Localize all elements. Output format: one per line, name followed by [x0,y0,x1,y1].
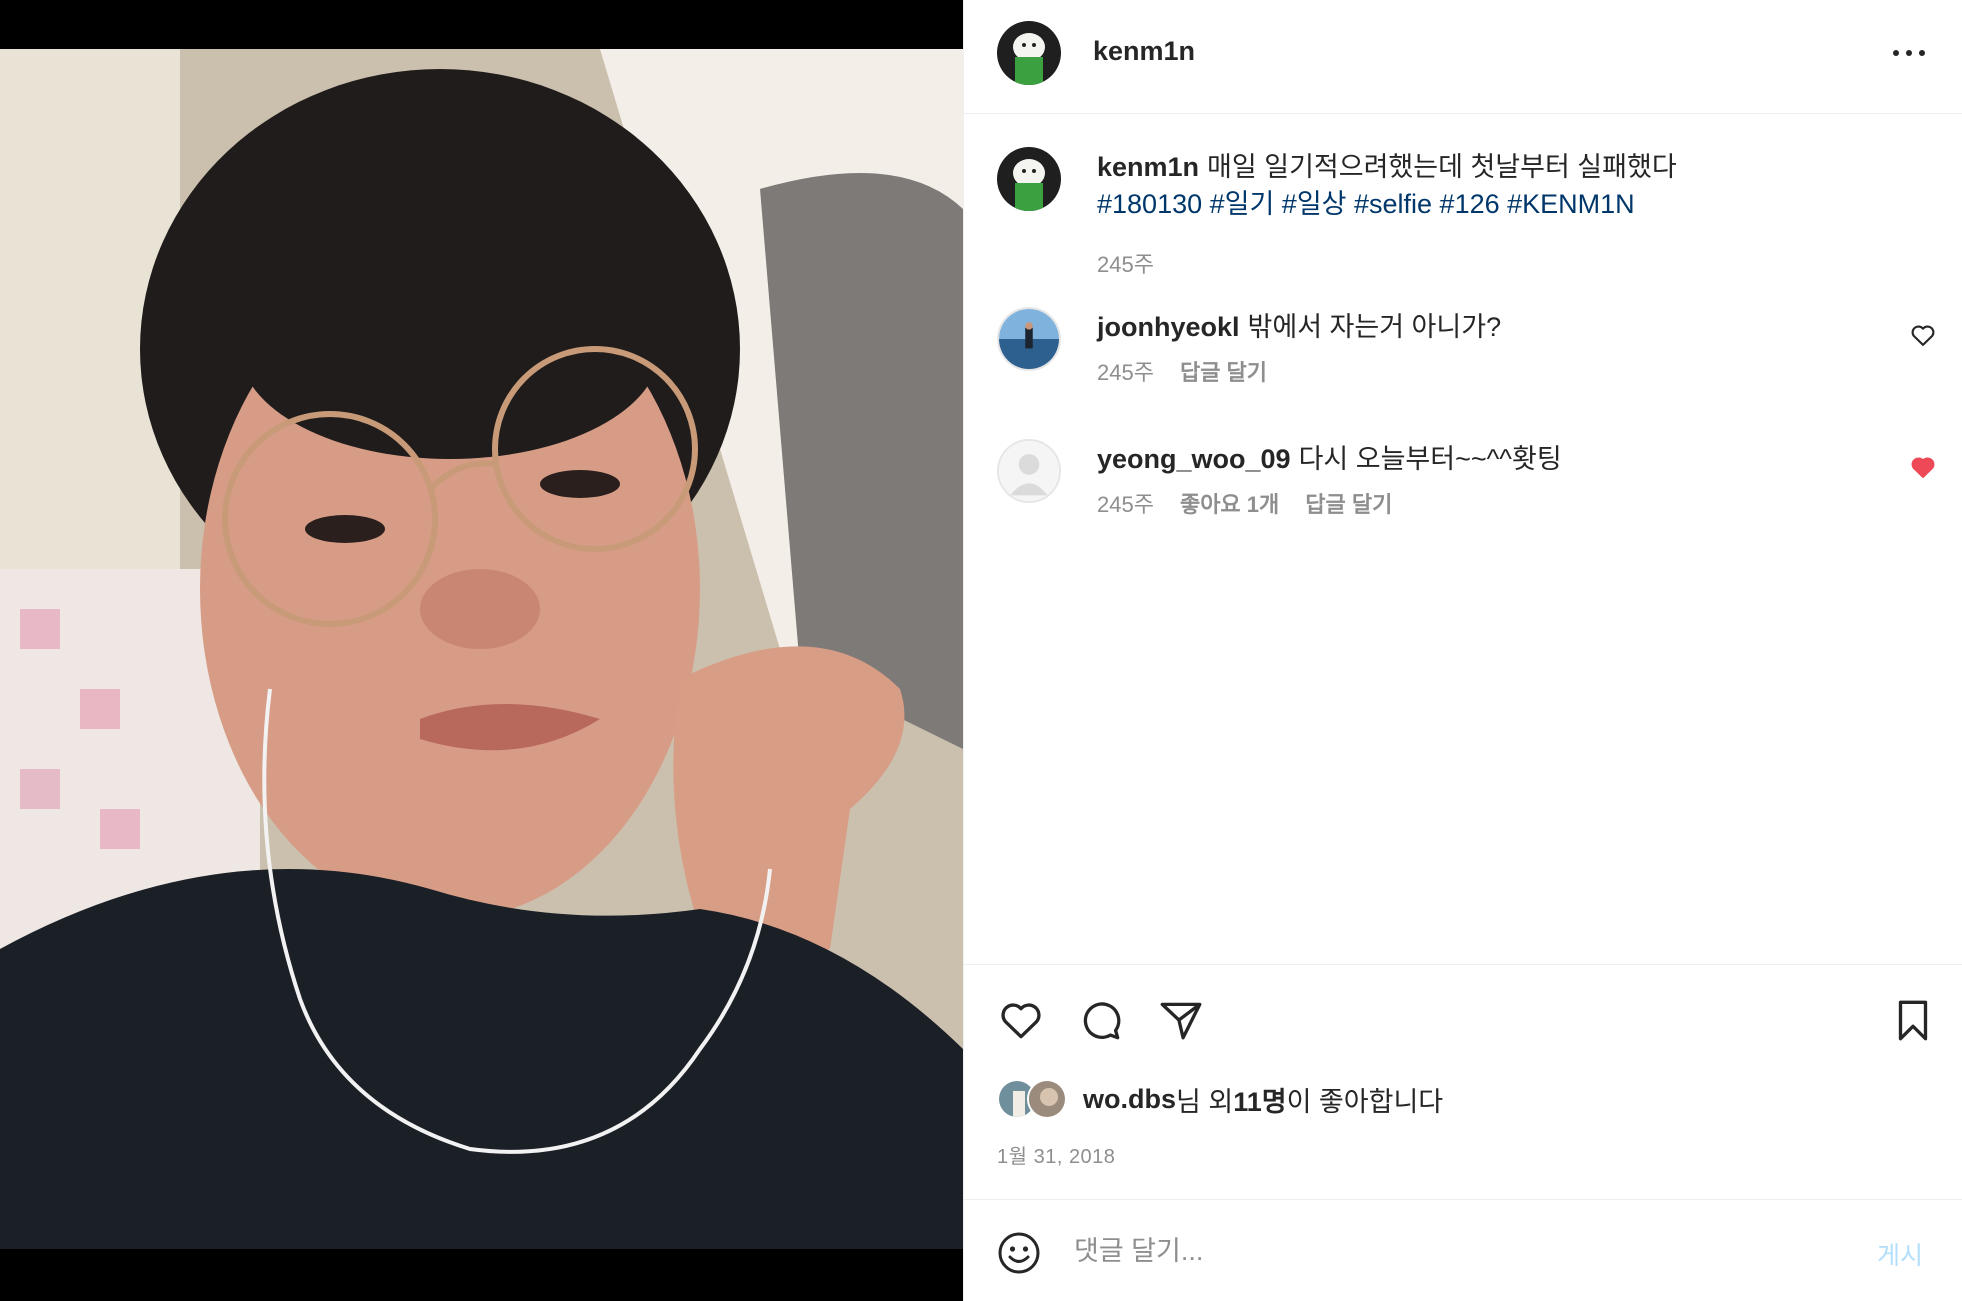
commenter-avatar[interactable] [997,439,1061,503]
post-photo[interactable] [0,49,963,1249]
comment-like-count[interactable]: 좋아요 1개 [1180,487,1279,519]
likes-user[interactable]: wo.dbs [1083,1084,1176,1115]
comment-age[interactable]: 245주 [1097,487,1154,519]
post-detail-panel: kenm1n kenm1n 매일 일기적으려했는데 첫날부터 실패했다 #180… [963,0,1962,1301]
heart-icon[interactable] [996,995,1046,1045]
likes-text-2: 이 좋아합니다 [1286,1086,1444,1117]
author-username[interactable]: kenm1n [1093,36,1195,67]
post-header: kenm1n [964,0,1962,114]
liker-avatars [997,1079,1071,1119]
dot [1893,50,1899,56]
photo-panel [0,0,963,1301]
comment-composer: 게시 [964,1199,1962,1301]
caption-hashtags[interactable]: #180130 #일기 #일상 #selfie #126 #KENM1N [1097,189,1635,219]
comment-heart-filled-icon[interactable] [1909,453,1937,481]
reply-button[interactable]: 답글 달기 [1305,487,1392,519]
reply-button[interactable]: 답글 달기 [1180,355,1267,387]
comment-message: 다시 오늘부터~~^^홧팅 [1298,444,1562,474]
emoji-icon[interactable] [995,1229,1043,1277]
post-actions: wo.dbs 님 외 11명 이 좋아합니다 1월 31, 2018 [964,964,1962,1199]
dot [1906,50,1912,56]
dot [1919,50,1925,56]
comment-meta: 245주 답글 달기 [1097,355,1267,387]
comment-meta: 245주 좋아요 1개 답글 달기 [1097,487,1392,519]
caption-message: 매일 일기적으려했는데 첫날부터 실패했다 [1207,152,1677,182]
comment-text: yeong_woo_09 다시 오늘부터~~^^홧팅 [1097,441,1887,478]
comment-input[interactable] [1074,1228,1754,1274]
caption-username[interactable]: kenm1n [1097,152,1199,182]
likes-count[interactable]: 11명 [1233,1080,1286,1119]
comment-username[interactable]: joonhyeokl [1097,312,1240,342]
liker-avatar [1027,1079,1067,1119]
author-avatar[interactable] [997,21,1061,85]
caption-age[interactable]: 245주 [1097,247,1154,279]
comment-message: 밖에서 자는거 아니가? [1247,312,1502,342]
commenter-avatar[interactable] [997,307,1061,371]
caption-text: kenm1n 매일 일기적으려했는데 첫날부터 실패했다 #180130 #일기 … [1097,149,1887,223]
share-icon[interactable] [1156,995,1206,1045]
likes-summary[interactable]: wo.dbs 님 외 11명 이 좋아합니다 [997,1077,1443,1121]
comment-icon[interactable] [1076,995,1126,1045]
post-comment-button[interactable]: 게시 [1877,1236,1923,1272]
comment-username[interactable]: yeong_woo_09 [1097,444,1291,474]
comments-list: kenm1n 매일 일기적으려했는데 첫날부터 실패했다 #180130 #일기 … [964,114,1962,964]
bookmark-icon[interactable] [1888,995,1938,1045]
likes-text-1: 님 외 [1176,1086,1234,1117]
comment-heart-icon[interactable] [1909,321,1937,349]
comment-age[interactable]: 245주 [1097,355,1154,387]
caption-avatar[interactable] [997,147,1061,211]
post-date[interactable]: 1월 31, 2018 [997,1140,1115,1169]
more-icon[interactable] [1889,38,1929,68]
post-photo-illustration [0,49,963,1249]
comment-text: joonhyeokl 밖에서 자는거 아니가? [1097,309,1887,346]
caption-meta: 245주 [1097,247,1154,279]
